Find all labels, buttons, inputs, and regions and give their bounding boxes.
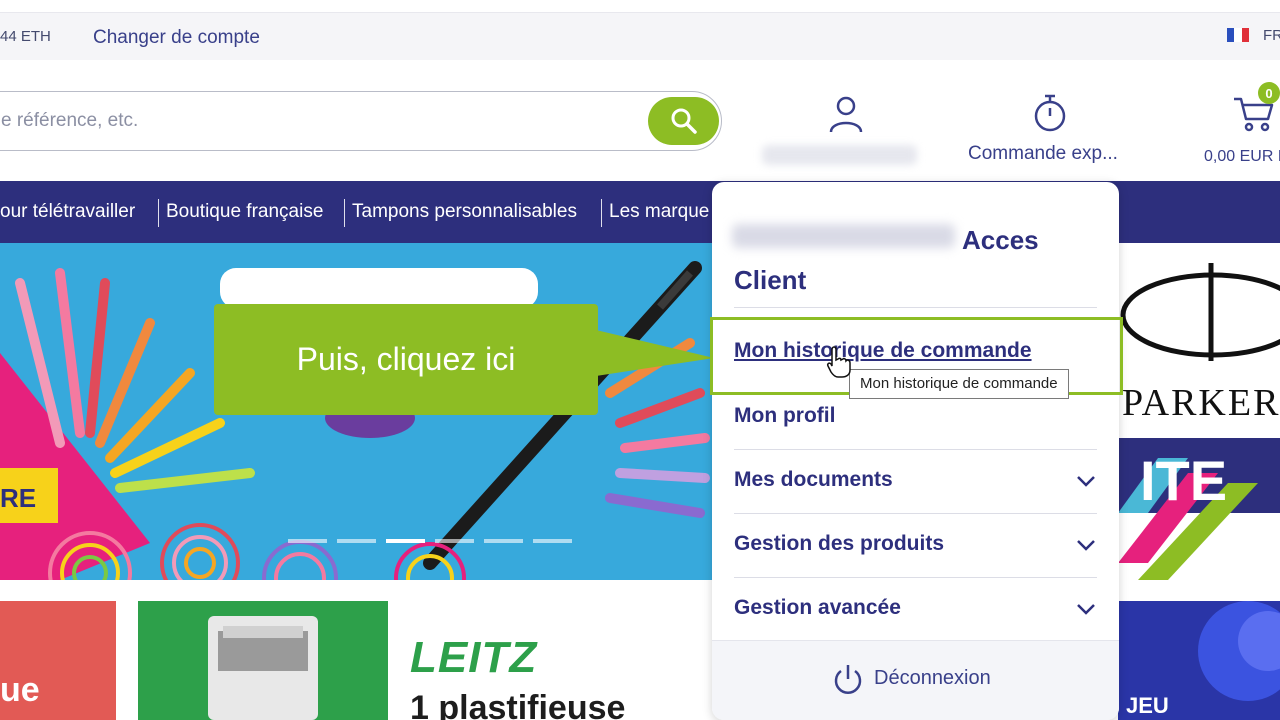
top-bar: 44 ETH Changer de compte FR [0,12,1280,60]
chevron-down-icon [1077,540,1095,551]
express-order-link[interactable]: Commande exp... [968,143,1118,165]
logout-label: Déconnexion [874,667,991,689]
leitz-promo-text: 1 plastifieuse [410,689,626,720]
parker-banner[interactable]: ITE PARKER [1118,243,1280,580]
cart-total[interactable]: 0,00 EUR H [1204,148,1280,166]
promo-tile-shredder[interactable] [138,601,388,720]
carousel-dot[interactable] [533,539,572,543]
search-button[interactable] [648,97,719,145]
dropdown-title-client: Client [734,265,807,295]
tutorial-callout: Puis, cliquez ici [214,304,598,415]
shredder-image [208,616,318,720]
carousel-dot[interactable] [435,539,474,543]
callout-text: Puis, cliquez ici [296,341,516,377]
hand-cursor-icon [827,346,851,378]
leitz-logo: LEITZ [410,633,538,682]
nav-item-teletravail[interactable]: our télétravailler [0,201,135,223]
nav-divider [344,199,345,227]
menu-item-documents-label: Mes documents [734,468,893,491]
eth-balance: 44 ETH [0,28,51,45]
nav-divider [601,199,602,227]
banner-tag: RE [0,483,37,513]
stopwatch-icon[interactable] [1030,93,1070,133]
promo-blue-text: JEU [1126,693,1169,718]
account-dropdown-menu: Acces Client Mon historique de commande … [712,182,1119,720]
menu-item-advanced-management[interactable]: Gestion avancée [734,596,1097,620]
user-account-icon[interactable] [826,93,866,135]
promo-red-text: ue [0,671,40,709]
french-flag-icon[interactable] [1227,28,1249,42]
carousel-dots [288,539,572,543]
menu-item-profile[interactable]: Mon profil [734,404,1097,428]
account-name-blurred[interactable] [762,145,917,165]
power-icon [834,665,862,694]
nav-item-boutique-francaise[interactable]: Boutique française [166,201,323,223]
promo-tile-red[interactable]: ue [0,601,116,720]
svg-text:ITE: ITE [1140,449,1227,512]
language-selector[interactable]: FR [1263,27,1280,44]
cart-count-badge: 0 [1258,82,1280,104]
callout-pointer-icon [596,330,714,376]
chevron-down-icon [1077,476,1095,487]
carousel-dot[interactable] [484,539,523,543]
search-bar [0,91,722,151]
link-tooltip: Mon historique de commande [849,369,1069,399]
dropdown-title-acces: Acces [962,225,1039,255]
menu-item-products-label: Gestion des produits [734,532,945,555]
nav-item-tampons[interactable]: Tampons personnalisables [352,201,577,223]
nav-divider [158,199,159,227]
carousel-dot[interactable] [337,539,376,543]
menu-divider [734,307,1097,308]
menu-item-documents[interactable]: Mes documents [734,468,1097,492]
menu-divider [734,513,1097,514]
logout-button[interactable]: Déconnexion [712,640,1119,720]
search-icon [671,108,697,134]
switch-account-link[interactable]: Changer de compte [93,27,260,49]
carousel-dot[interactable] [288,539,327,543]
menu-divider [734,577,1097,578]
search-input[interactable] [1,106,631,136]
dropdown-title: Acces Client [734,220,1074,300]
promo-tile-blue[interactable]: JEU [1118,601,1280,720]
chevron-down-icon [1077,604,1095,615]
menu-item-advanced-label: Gestion avancée [734,596,901,619]
promo-tile-leitz[interactable]: LEITZ 1 plastifieuse [388,601,712,720]
nav-item-marques[interactable]: Les marque [609,201,709,223]
menu-divider [734,449,1097,450]
carousel-dot-active[interactable] [386,539,425,543]
menu-item-product-management[interactable]: Gestion des produits [734,532,1097,556]
parker-brand-text: PARKER [1122,382,1280,424]
